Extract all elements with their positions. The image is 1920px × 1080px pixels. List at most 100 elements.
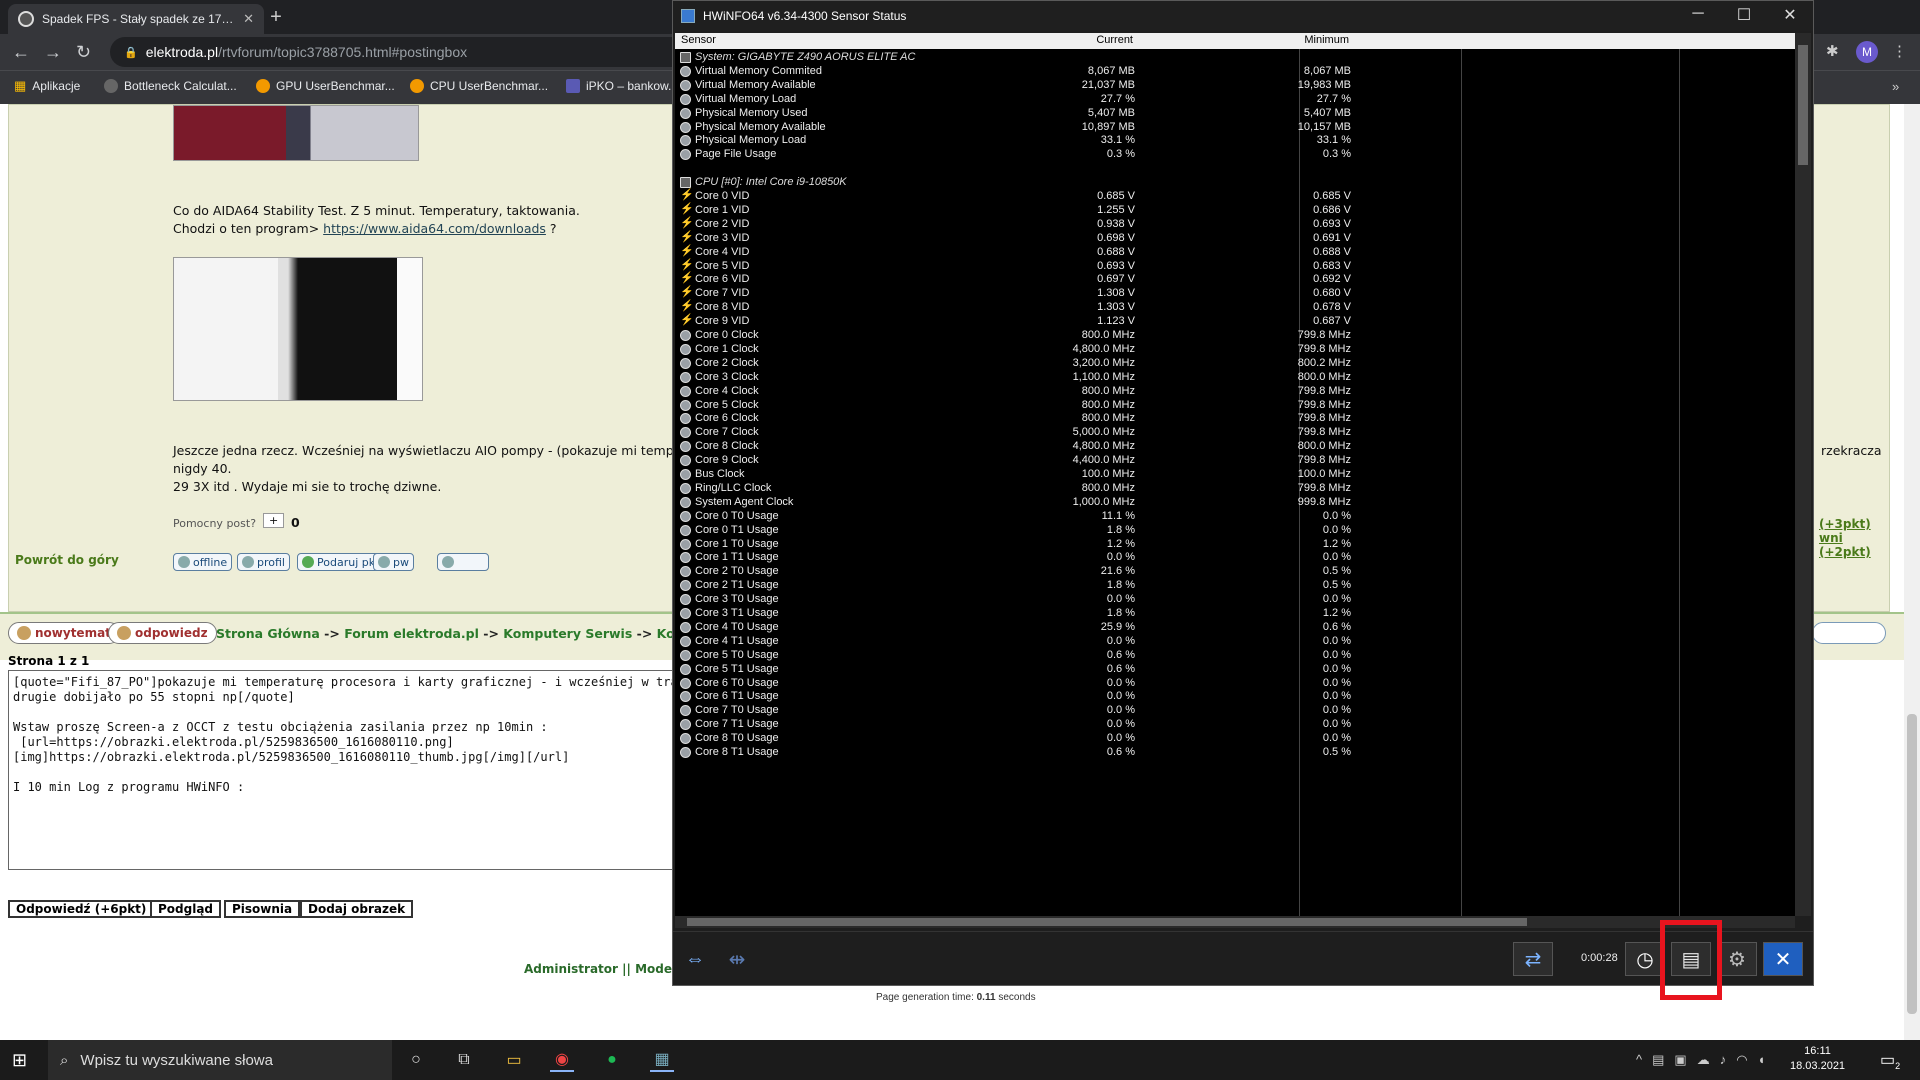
sensor-icon — [680, 441, 691, 453]
back-to-top-link[interactable]: Powrót do góry — [15, 553, 119, 567]
close-sensors-icon[interactable]: ✕ — [1763, 942, 1803, 976]
breadcrumb-home[interactable]: Strona Główna — [216, 626, 320, 641]
sensor-icon — [680, 93, 691, 105]
extensions-icon[interactable]: ✱ — [1826, 42, 1839, 60]
sensor-group-icon — [680, 52, 691, 63]
column-current[interactable]: Current — [1096, 34, 1133, 46]
bookmarks-overflow-icon[interactable]: » — [1892, 79, 1899, 94]
profile-avatar[interactable]: M — [1856, 41, 1878, 63]
column-sensor[interactable]: Sensor — [681, 34, 716, 46]
forward-icon[interactable]: → — [44, 42, 62, 62]
voltage-bolt-icon: ⚡ — [680, 258, 694, 271]
post-text-line: nigdy 40. — [173, 461, 232, 476]
taskbar-clock[interactable]: 16:11 18.03.2021 — [1790, 1044, 1845, 1074]
hwinfo-titlebar[interactable]: HWiNFO64 v6.34-4300 Sensor Status — [673, 1, 1813, 31]
reset-clock-icon[interactable]: ◷ — [1625, 942, 1665, 976]
post-image-thumbnail[interactable] — [173, 257, 423, 401]
sensor-row[interactable]: Core 8 T1 Usage 0.6 % 0.5 % — [675, 744, 1795, 761]
reply-button[interactable]: odpowiedz — [108, 622, 217, 644]
profile-button[interactable]: profil — [237, 553, 290, 571]
add-image-button[interactable]: Dodaj obrazek — [300, 900, 414, 918]
volume-icon[interactable]: ◖ — [1758, 1052, 1766, 1068]
taskbar-search[interactable]: ⌕ Wpisz tu wyszukiwane słowa — [48, 1040, 392, 1080]
users-icon — [378, 556, 390, 568]
new-tab-icon[interactable]: + — [262, 6, 290, 29]
breadcrumb-forum[interactable]: Forum elektroda.pl — [344, 626, 479, 641]
onedrive-icon[interactable]: ☁ — [1697, 1052, 1710, 1068]
minimize-icon[interactable]: ─ — [1683, 5, 1713, 23]
helpful-plus-button[interactable]: + — [263, 513, 285, 528]
sensor-horizontal-scrollbar[interactable] — [675, 916, 1795, 928]
give-points-button[interactable]: Podaruj pkt — [297, 553, 385, 571]
breadcrumb-komputery-serwis[interactable]: Komputery Serwis — [503, 626, 632, 641]
tray-app-icon[interactable]: ▤ — [1652, 1052, 1664, 1068]
spellcheck-button[interactable]: Pisownia — [224, 900, 301, 918]
scrollbar-thumb[interactable] — [1798, 45, 1808, 165]
desktop: Spadek FPS - Stały spadek ze 17… ✕ + ← →… — [0, 0, 1920, 1080]
sensor-icon — [680, 635, 691, 647]
sensor-vertical-scrollbar[interactable] — [1795, 33, 1811, 916]
sensor-icon — [680, 566, 691, 578]
bookmark-cpu-userbenchmark[interactable]: CPU UserBenchmar... — [410, 79, 548, 93]
points-link[interactable]: (+3pkt) — [1819, 517, 1871, 531]
chrome-icon[interactable]: ◉ — [550, 1048, 574, 1072]
notification-icon[interactable]: ▭2 — [1880, 1050, 1900, 1071]
hwinfo-taskbar-icon[interactable]: ▦ — [650, 1048, 674, 1072]
new-topic-button[interactable]: nowytemat — [8, 622, 120, 644]
scrollbar-thumb[interactable] — [1907, 714, 1917, 1014]
bookmark-apps[interactable]: ▦ Aplikacje — [14, 78, 80, 94]
task-view-icon[interactable]: ⧉ — [452, 1048, 476, 1072]
windows-start-icon[interactable]: ⊞ — [12, 1050, 27, 1071]
tab-title: Spadek FPS - Stały spadek ze 17… — [42, 12, 234, 26]
sensor-icon — [680, 552, 691, 564]
sensor-icon — [680, 413, 691, 425]
tray-app-icon[interactable]: ▣ — [1674, 1052, 1686, 1068]
search-icon: ⌕ — [60, 1051, 69, 1069]
network-icon[interactable]: ⇄ — [1513, 942, 1553, 976]
collapse-arrows-icon[interactable]: ⇹ — [717, 942, 757, 976]
browser-tab-active[interactable]: Spadek FPS - Stały spadek ze 17… ✕ — [8, 4, 264, 34]
post-tools[interactable] — [1812, 622, 1886, 644]
offline-button[interactable]: offline — [173, 553, 233, 571]
pm-button[interactable]: pw — [373, 553, 414, 571]
back-icon[interactable]: ← — [12, 42, 30, 62]
highlight-annotation — [1660, 920, 1722, 1000]
column-minimum[interactable]: Minimum — [1304, 34, 1349, 46]
cortana-icon[interactable]: ○ — [404, 1048, 428, 1072]
points-link[interactable]: wni (+2pkt) — [1819, 531, 1889, 559]
spotify-icon[interactable]: ● — [600, 1048, 624, 1072]
admin-links[interactable]: Administrator || Modera — [524, 962, 686, 976]
page-scrollbar[interactable] — [1904, 104, 1920, 1040]
reload-icon[interactable]: ↻ — [76, 42, 91, 62]
preview-button[interactable]: Podgląd — [150, 900, 222, 918]
microphone-icon[interactable]: ♪ — [1720, 1052, 1727, 1068]
expand-arrows-icon[interactable]: ⇔ — [675, 942, 715, 976]
sensor-table: System: GIGABYTE Z490 AORUS ELITE AC Virt… — [675, 49, 1795, 916]
tab-favicon-icon — [18, 11, 34, 27]
add-friend-button[interactable] — [437, 553, 489, 571]
post-text-line: Chodzi o ten program> https://www.aida64… — [173, 221, 557, 236]
maximize-icon[interactable]: ☐ — [1729, 5, 1759, 25]
apps-grid-icon: ▦ — [14, 78, 27, 93]
close-icon[interactable]: ✕ — [1775, 5, 1805, 25]
settings-gear-icon[interactable]: ⚙ — [1717, 942, 1757, 976]
tab-close-icon[interactable]: ✕ — [243, 11, 254, 27]
windows-taskbar: ⊞ ⌕ Wpisz tu wyszukiwane słowa ○ ⧉ ▭ ◉ ●… — [0, 1040, 1920, 1080]
bookmark-gpu-userbenchmark[interactable]: GPU UserBenchmar... — [256, 79, 395, 93]
sensor-icon — [680, 121, 691, 133]
menu-kebab-icon[interactable]: ⋮ — [1892, 42, 1907, 60]
aida64-link[interactable]: https://www.aida64.com/downloads — [323, 221, 546, 236]
scrollbar-thumb[interactable] — [687, 918, 1527, 926]
post-image-thumbnail[interactable] — [173, 105, 419, 161]
submit-reply-button[interactable]: Odpowiedź (+6pkt) — [8, 900, 155, 918]
bookmark-bottleneck[interactable]: Bottleneck Calculat... — [104, 79, 237, 93]
tray-chevron-icon[interactable]: ^ — [1636, 1052, 1642, 1068]
sensor-icon — [680, 385, 691, 397]
file-explorer-icon[interactable]: ▭ — [502, 1048, 526, 1072]
post-text-line: Co do AIDA64 Stability Test. Z 5 minut. … — [173, 203, 580, 218]
bookmark-ipko[interactable]: iPKO – bankow... — [566, 79, 678, 93]
sensor-icon — [680, 496, 691, 508]
helpful-count: 0 — [291, 515, 300, 530]
sensor-icon — [680, 482, 691, 494]
wifi-icon[interactable]: ◠ — [1736, 1052, 1747, 1068]
